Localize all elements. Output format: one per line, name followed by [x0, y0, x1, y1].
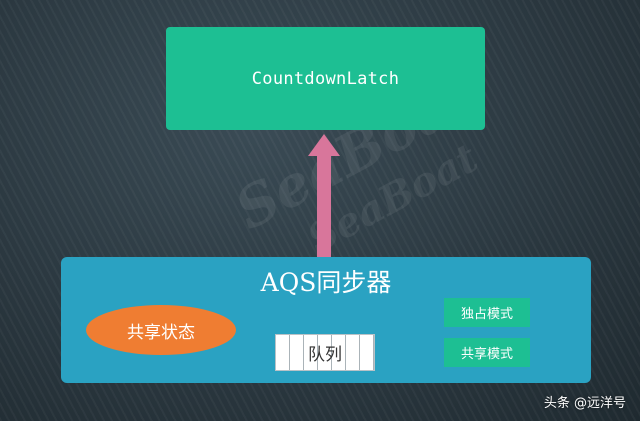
- shared-state-label: 共享状态: [127, 322, 195, 343]
- aqs-title: AQS同步器: [260, 268, 392, 297]
- countdownlatch-box: CountdownLatch: [166, 27, 485, 130]
- aqs-synchronizer-box: AQS同步器 共享状态 队列 独占模式 共享模式: [61, 257, 591, 383]
- up-arrow: [308, 134, 340, 260]
- shared-state-ellipse: 共享状态: [86, 305, 236, 355]
- arrow-head: [308, 134, 340, 156]
- arrow-shaft: [317, 154, 331, 260]
- exclusive-mode-box: 独占模式: [444, 298, 530, 327]
- shared-mode-label: 共享模式: [460, 347, 513, 362]
- queue-label: 队列: [308, 345, 342, 365]
- exclusive-mode-label: 独占模式: [460, 307, 513, 322]
- queue: 队列: [275, 334, 375, 371]
- shared-mode-box: 共享模式: [444, 338, 530, 367]
- countdownlatch-label: CountdownLatch: [251, 68, 400, 89]
- attribution-text: 头条 @远洋号: [543, 396, 626, 411]
